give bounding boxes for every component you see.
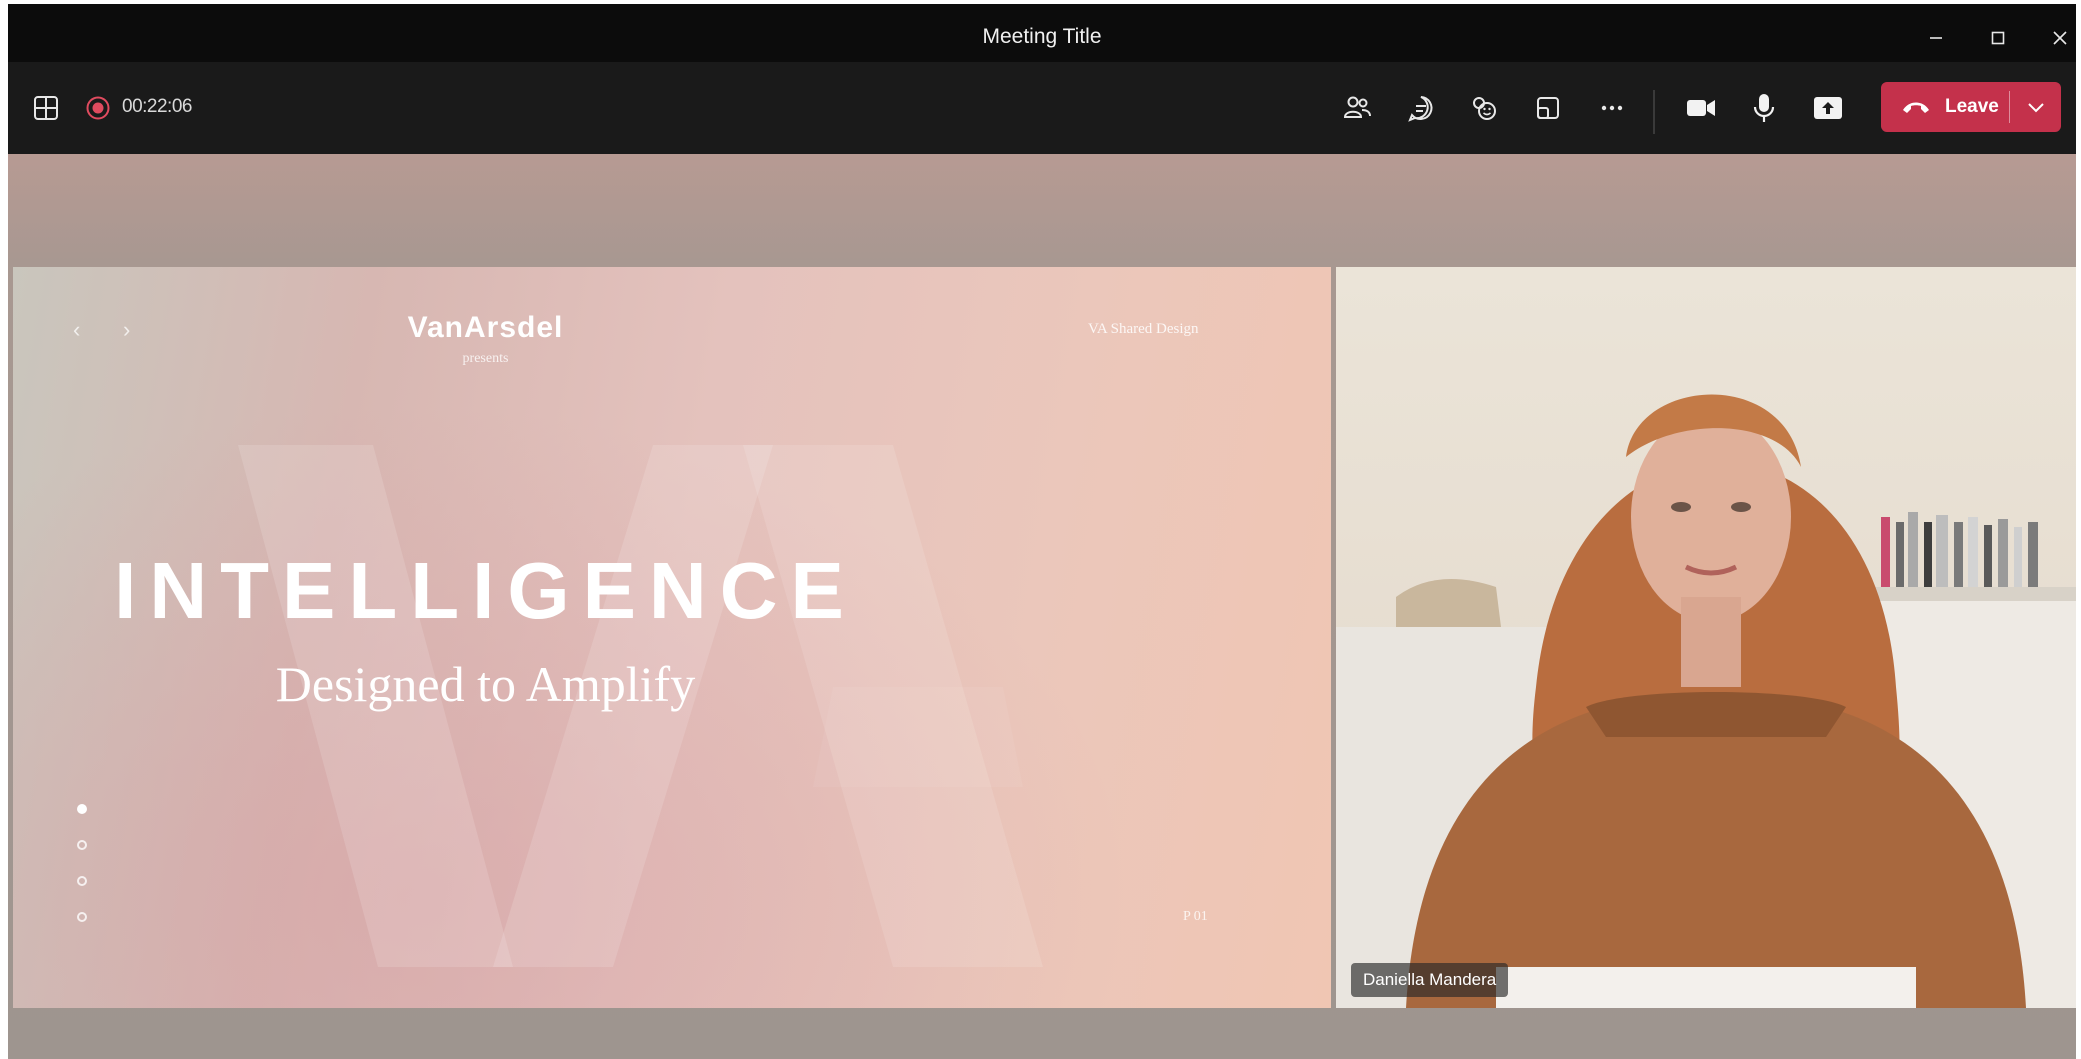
shared-presentation: ‹ › VanArsdel presents VA Shared Design … [13, 267, 1331, 1008]
close-icon [2053, 31, 2067, 45]
slide-page-number: P 01 [1183, 909, 1208, 924]
record-icon [86, 96, 110, 120]
meeting-toolbar: 00:22:06 Leave [8, 62, 2076, 154]
minimize-icon [1930, 37, 1942, 39]
participant-video: Daniella Mandera [1336, 267, 2076, 1008]
reactions-icon [1473, 97, 1496, 120]
slide-headline: INTELLIGENCE [114, 546, 857, 635]
grid-icon [34, 96, 58, 120]
slide-presents: presents [462, 351, 509, 366]
va-watermark-graphic [238, 445, 1043, 967]
close-button[interactable] [2040, 18, 2076, 58]
breakout-rooms-icon [1537, 97, 1559, 119]
meeting-window: Meeting Title 00:22:06 Leave ‹ › VanArsd… [8, 4, 2076, 1059]
leave-label: Leave [1945, 96, 1999, 117]
title-bar: Meeting Title [8, 4, 2076, 62]
slide-dot-4[interactable] [77, 912, 87, 922]
leave-main-action[interactable]: Leave [1881, 82, 2009, 132]
participant-video-frame [1336, 394, 2076, 1008]
toolbar-divider [1653, 90, 1655, 134]
leave-options-button[interactable] [2010, 82, 2061, 132]
camera-button[interactable] [1681, 88, 1721, 128]
participant-name-tag: Daniella Mandera [1351, 963, 1509, 997]
phone-hangup-icon [1903, 102, 1929, 113]
maximize-button[interactable] [1978, 18, 2018, 58]
maximize-icon [1991, 31, 2005, 45]
meeting-stage: ‹ › VanArsdel presents VA Shared Design … [8, 154, 2076, 1059]
chat-button[interactable] [1401, 88, 1441, 128]
reactions-button[interactable] [1464, 88, 1504, 128]
chat-icon [1408, 96, 1433, 122]
breakout-rooms-button[interactable] [1528, 88, 1568, 128]
leave-button[interactable]: Leave [1881, 82, 2061, 132]
recording-timer: 00:22:06 [122, 96, 192, 117]
microphone-button[interactable] [1744, 88, 1784, 128]
slide-corner-label: VA Shared Design [1088, 321, 1199, 337]
chevron-down-icon [2027, 103, 2044, 113]
layout-button[interactable] [26, 88, 66, 128]
share-screen-button[interactable] [1808, 88, 1848, 128]
recording-indicator [78, 88, 118, 128]
slide-logo: VanArsdel [407, 311, 564, 344]
microphone-icon [1753, 94, 1775, 122]
meeting-title: Meeting Title [982, 25, 1102, 48]
people-button[interactable] [1337, 88, 1377, 128]
people-icon [1343, 96, 1371, 118]
more-icon [1601, 105, 1623, 111]
slide-dot-3[interactable] [77, 876, 87, 886]
more-options-button[interactable] [1592, 88, 1632, 128]
slide-dot-1[interactable] [77, 804, 87, 814]
slide-dot-2[interactable] [77, 840, 87, 850]
share-screen-icon [1814, 97, 1842, 119]
slide-subheadline: Designed to Amplify [275, 656, 696, 712]
camera-icon [1687, 100, 1715, 116]
minimize-button[interactable] [1916, 18, 1956, 58]
